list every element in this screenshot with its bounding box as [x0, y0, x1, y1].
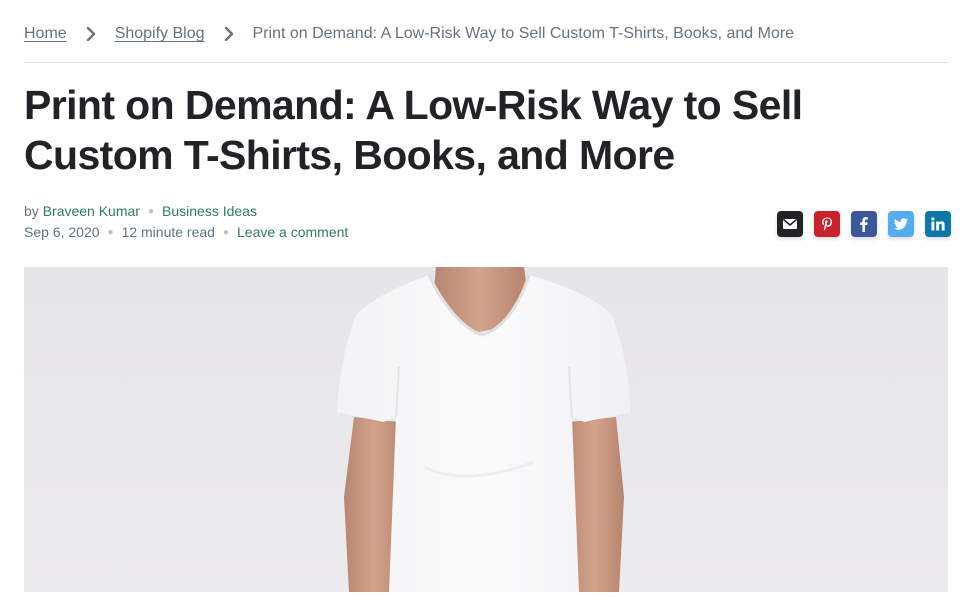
share-email-button[interactable]	[777, 211, 803, 237]
share-buttons	[777, 211, 951, 237]
share-linkedin-button[interactable]	[925, 211, 951, 237]
linkedin-icon	[931, 217, 945, 231]
breadcrumb-home-link[interactable]: Home	[24, 25, 67, 43]
envelope-icon	[782, 218, 798, 229]
category-link[interactable]: Business Ideas	[162, 203, 257, 219]
by-label: by	[24, 203, 43, 219]
chevron-right-icon	[67, 27, 115, 41]
chevron-right-icon	[205, 27, 253, 41]
twitter-icon	[894, 218, 908, 230]
read-time: 12 minute read	[121, 224, 215, 240]
share-twitter-button[interactable]	[888, 211, 914, 237]
facebook-icon	[860, 217, 868, 232]
article-title: Print on Demand: A Low-Risk Way to Sell …	[24, 82, 803, 178]
separator-dot: ●	[147, 206, 155, 217]
divider	[24, 62, 948, 63]
share-facebook-button[interactable]	[851, 211, 877, 237]
breadcrumb-blog-link[interactable]: Shopify Blog	[115, 25, 205, 43]
share-pinterest-button[interactable]	[814, 211, 840, 237]
tshirt-photo	[337, 267, 631, 592]
author-link[interactable]: Braveen Kumar	[43, 203, 140, 219]
article-meta: by Braveen Kumar ● Business Ideas Sep 6, 2…	[24, 201, 348, 243]
pinterest-icon	[822, 217, 832, 231]
separator-dot: ●	[107, 227, 114, 238]
separator-dot: ●	[222, 227, 230, 238]
publish-date: Sep 6, 2020	[24, 224, 100, 240]
breadcrumb: Home Shopify Blog Print on Demand: A Low…	[24, 22, 794, 46]
leave-comment-link[interactable]: Leave a comment	[237, 224, 348, 240]
breadcrumb-current: Print on Demand: A Low-Risk Way to Sell …	[252, 25, 795, 42]
hero-image	[24, 267, 948, 592]
